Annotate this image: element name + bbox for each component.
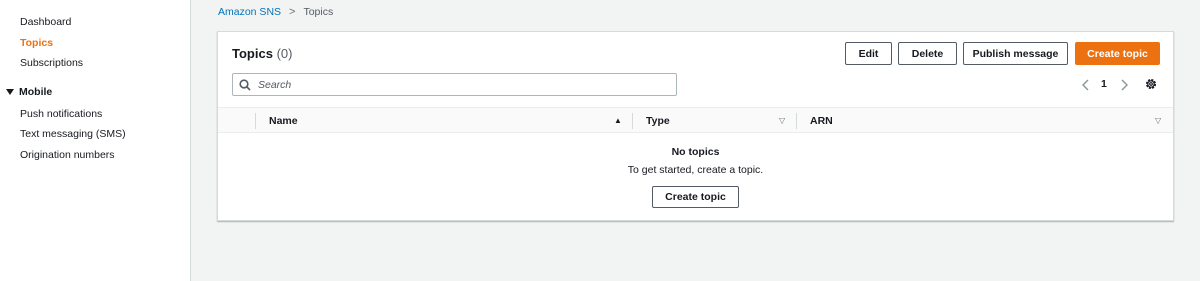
panel-title: Topics (0) bbox=[232, 46, 292, 61]
breadcrumb: Amazon SNS > Topics bbox=[218, 6, 333, 18]
publish-message-button[interactable]: Publish message bbox=[963, 42, 1068, 65]
delete-button[interactable]: Delete bbox=[898, 42, 957, 65]
topics-panel: Topics (0) Edit Delete Publish message C… bbox=[217, 31, 1174, 221]
sidebar-item-subscriptions[interactable]: Subscriptions bbox=[20, 57, 83, 69]
sidebar-item-dashboard[interactable]: Dashboard bbox=[20, 16, 71, 28]
create-topic-button[interactable]: Create topic bbox=[1075, 42, 1160, 65]
breadcrumb-current: Topics bbox=[303, 6, 334, 18]
column-divider bbox=[796, 113, 797, 129]
sidebar-item-origination-numbers[interactable]: Origination numbers bbox=[20, 149, 115, 161]
column-divider bbox=[632, 113, 633, 129]
caret-down-icon bbox=[6, 89, 14, 95]
empty-state-description: To get started, create a topic. bbox=[627, 164, 764, 176]
gear-icon[interactable] bbox=[1144, 77, 1158, 91]
chevron-right-icon[interactable] bbox=[1117, 76, 1131, 94]
page-number[interactable]: 1 bbox=[1101, 78, 1107, 90]
panel-title-text: Topics bbox=[232, 46, 273, 61]
search-input[interactable] bbox=[258, 78, 658, 91]
column-divider bbox=[255, 113, 256, 129]
chevron-left-icon[interactable] bbox=[1079, 76, 1093, 94]
search-icon bbox=[239, 78, 251, 91]
sidebar-section-label: Mobile bbox=[19, 86, 53, 98]
table-header: Name ▲ Type ▽ ARN ▽ bbox=[218, 107, 1173, 133]
sidebar-item-topics[interactable]: Topics bbox=[20, 37, 53, 49]
sidebar-section-mobile[interactable]: Mobile bbox=[6, 86, 52, 98]
sort-icon[interactable]: ▽ bbox=[1155, 116, 1161, 125]
column-header-arn[interactable]: ARN bbox=[810, 108, 833, 133]
sidebar-item-push-notifications[interactable]: Push notifications bbox=[20, 108, 102, 120]
edit-button[interactable]: Edit bbox=[845, 42, 892, 65]
sidebar: Dashboard Topics Subscriptions Mobile Pu… bbox=[0, 0, 191, 281]
topic-count: (0) bbox=[276, 46, 293, 61]
empty-create-topic-button[interactable]: Create topic bbox=[652, 186, 739, 208]
column-header-type[interactable]: Type bbox=[646, 108, 670, 133]
breadcrumb-link-amazon-sns[interactable]: Amazon SNS bbox=[218, 6, 281, 18]
sort-ascending-icon[interactable]: ▲ bbox=[614, 116, 622, 125]
empty-state-title: No topics bbox=[671, 146, 720, 158]
sidebar-item-text-messaging[interactable]: Text messaging (SMS) bbox=[20, 128, 126, 140]
sort-icon[interactable]: ▽ bbox=[779, 116, 785, 125]
chevron-right-icon: > bbox=[289, 6, 296, 18]
column-header-name[interactable]: Name bbox=[269, 108, 298, 133]
search-box[interactable] bbox=[232, 73, 677, 96]
